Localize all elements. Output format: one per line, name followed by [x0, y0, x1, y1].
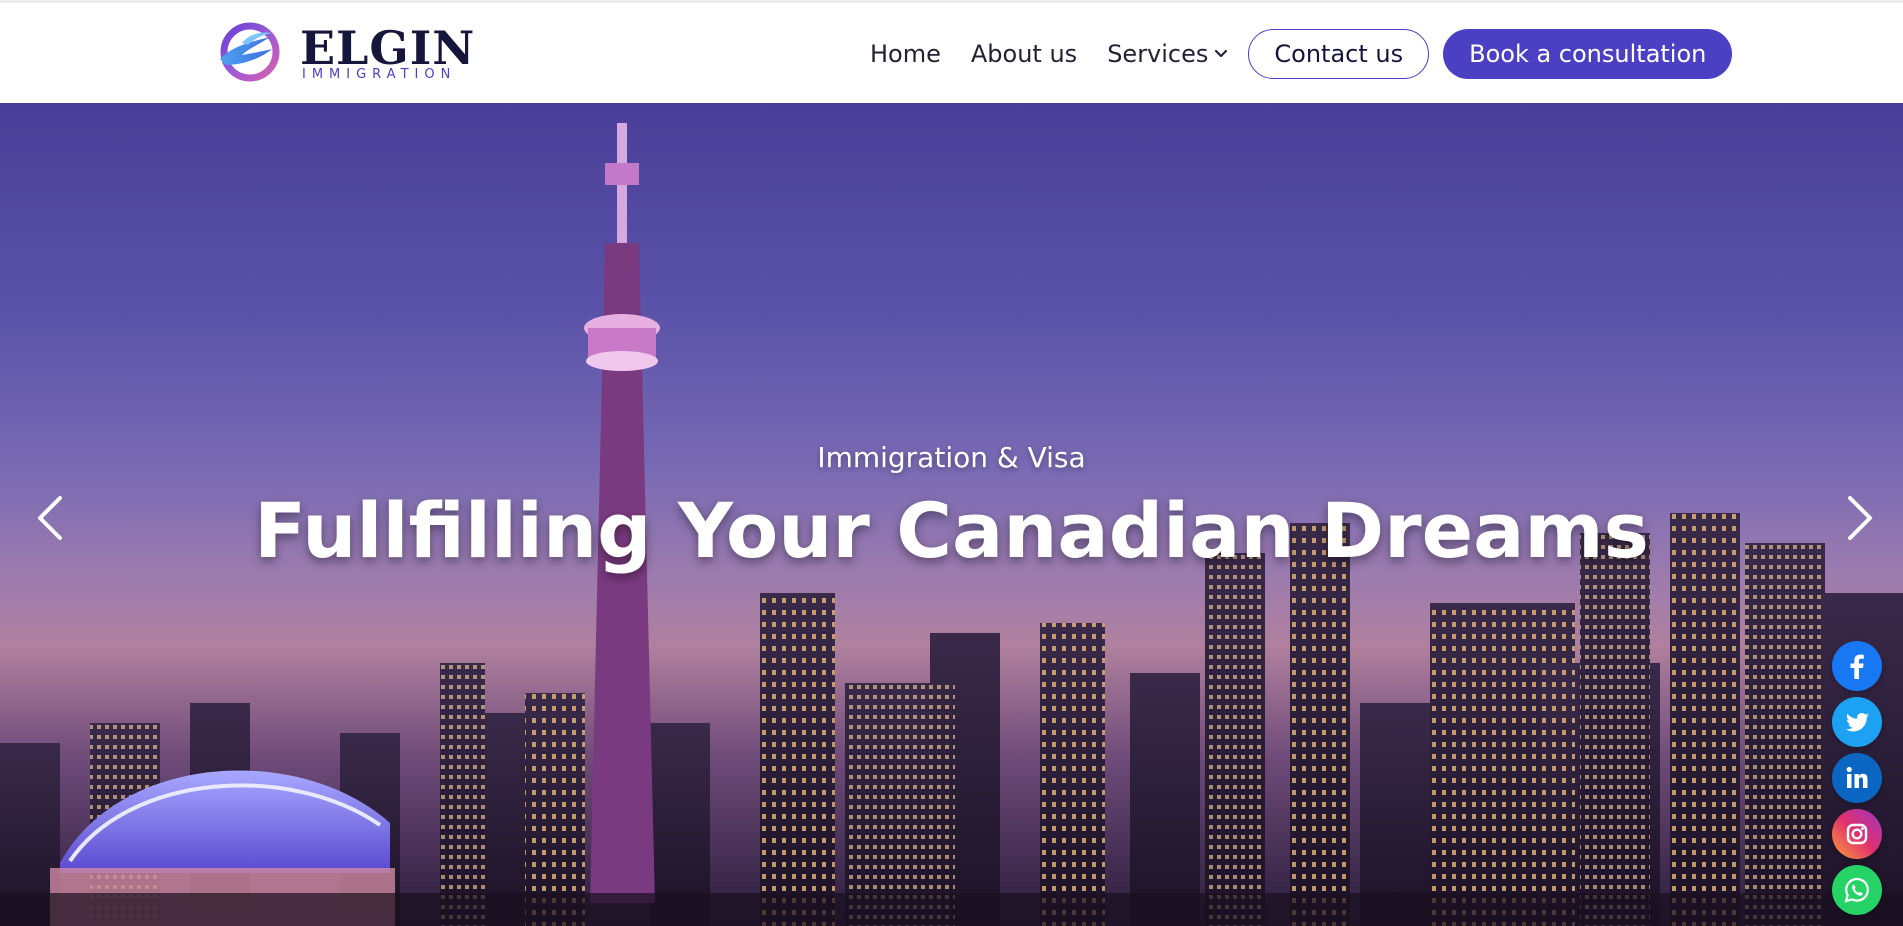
- book-consultation-button[interactable]: Book a consultation: [1443, 29, 1733, 79]
- nav-about[interactable]: About us: [971, 40, 1077, 68]
- slider-prev-arrow-icon[interactable]: [30, 488, 70, 548]
- instagram-link[interactable]: [1832, 809, 1882, 859]
- brand-tagline: IMMIGRATION: [302, 67, 457, 82]
- whatsapp-icon: [1844, 877, 1869, 903]
- hero-title: Fullfilling Your Canadian Dreams: [254, 486, 1649, 575]
- slider-next-arrow-icon[interactable]: [1840, 488, 1880, 548]
- chevron-down-icon: [1215, 49, 1228, 58]
- logo-mark-icon: [220, 22, 280, 82]
- nav-services[interactable]: Services: [1107, 40, 1228, 68]
- facebook-icon: [1850, 654, 1864, 679]
- logo[interactable]: ELGIN IMMIGRATION: [212, 17, 474, 87]
- linkedin-icon: [1846, 766, 1868, 788]
- site-header: ELGIN IMMIGRATION Home About us Services…: [0, 3, 1903, 103]
- hero-slider: Immigration & Visa Fullfilling Your Cana…: [0, 103, 1903, 926]
- nav-services-label: Services: [1107, 40, 1209, 68]
- linkedin-link[interactable]: [1832, 753, 1882, 803]
- nav-home[interactable]: Home: [870, 40, 941, 68]
- instagram-icon: [1846, 823, 1868, 845]
- twitter-icon: [1845, 713, 1869, 732]
- page: ELGIN IMMIGRATION Home About us Services…: [0, 0, 1903, 926]
- contact-us-button[interactable]: Contact us: [1248, 29, 1430, 79]
- whatsapp-link[interactable]: [1832, 865, 1882, 915]
- main-nav: Home About us Services Contact us Book a…: [870, 27, 1733, 81]
- hero-subtitle: Immigration & Visa: [817, 441, 1086, 474]
- brand-name: ELGIN: [300, 21, 476, 75]
- twitter-link[interactable]: [1832, 697, 1882, 747]
- facebook-link[interactable]: [1832, 641, 1882, 691]
